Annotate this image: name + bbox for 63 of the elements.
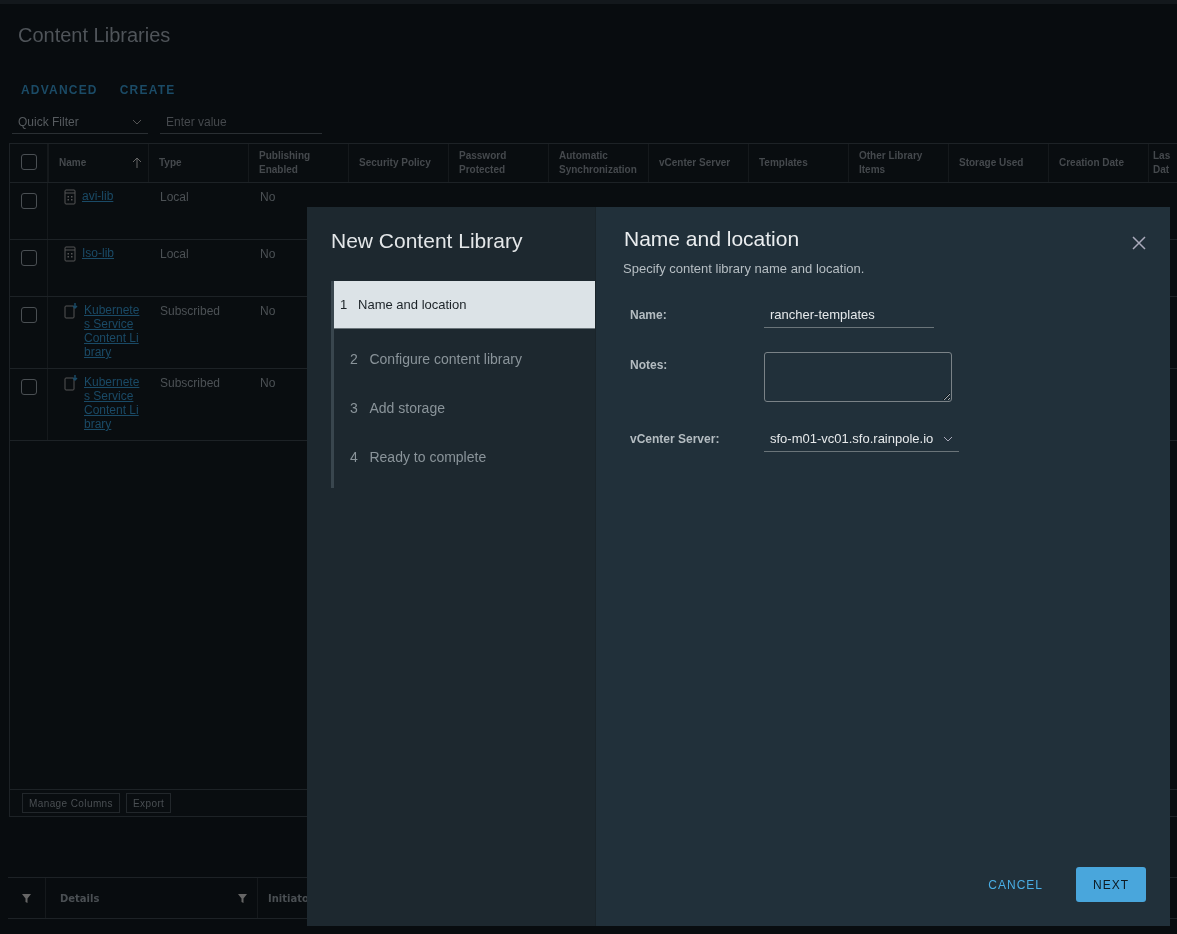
library-link[interactable]: avi-lib (82, 189, 114, 203)
column-header[interactable]: Other Library Items (859, 149, 942, 177)
row-checkbox[interactable] (20, 307, 37, 323)
wizard-step[interactable]: 1 Name and location (334, 281, 595, 329)
filter-icon[interactable] (22, 893, 31, 903)
action-link[interactable]: CREATE (119, 83, 176, 97)
column-header[interactable]: Las Dat (1153, 149, 1174, 177)
library-icon (64, 189, 76, 205)
filter-value-field[interactable]: Enter value (160, 111, 322, 134)
column-header[interactable]: Name (59, 156, 87, 170)
cancel-button[interactable]: CANCEL (971, 867, 1060, 902)
table-cell: Subscribed (160, 304, 221, 318)
field-label: Notes: (630, 357, 669, 372)
library-icon (64, 246, 76, 262)
sort-arrow-icon[interactable] (132, 157, 142, 169)
name-field[interactable]: rancher-templates (764, 302, 934, 328)
grid-footer-button[interactable]: Manage Columns (22, 793, 120, 813)
table-cell: No (260, 376, 276, 390)
grid-footer-button[interactable]: Export (126, 793, 172, 813)
quick-filter-dropdown[interactable]: Quick Filter (12, 111, 148, 134)
filter-icon[interactable] (238, 893, 247, 903)
field-label: Name: (630, 307, 668, 322)
next-button[interactable]: NEXT (1076, 867, 1146, 902)
dialog-title: New Content Library (330, 228, 524, 253)
step-description: Specify content library name and location. (623, 261, 866, 276)
wizard-step[interactable]: 2 Configure content library (334, 341, 595, 378)
field-label: vCenter Server: (630, 431, 721, 446)
notes-field[interactable] (764, 352, 952, 402)
column-header[interactable]: Security Policy (359, 156, 431, 170)
column-header[interactable]: Templates (759, 156, 808, 170)
chevron-down-icon (132, 119, 142, 125)
select-all-checkbox[interactable] (20, 154, 37, 170)
chevron-down-icon (943, 435, 954, 442)
vcenter-dropdown[interactable]: sfo-m01-vc01.sfo.rainpole.io (764, 426, 960, 452)
column-header[interactable]: Type (159, 156, 182, 170)
table-cell: No (260, 247, 276, 261)
table-cell: No (260, 304, 276, 318)
library-link[interactable]: Kubernetes Service Content Library (84, 375, 140, 431)
table-cell: No (260, 190, 276, 204)
column-header[interactable]: Publishing Enabled (259, 149, 342, 177)
close-icon[interactable] (1132, 236, 1146, 250)
column-header[interactable]: Initiato (268, 892, 309, 904)
library-link[interactable]: Kubernetes Service Content Library (84, 303, 140, 359)
table-cell: Subscribed (160, 376, 221, 390)
column-header[interactable]: Storage Used (959, 156, 1024, 170)
action-link[interactable]: ADVANCED (21, 83, 98, 97)
row-checkbox[interactable] (20, 250, 37, 266)
column-header[interactable]: Automatic Synchronization (559, 149, 642, 177)
wizard-step[interactable]: 4 Ready to complete (334, 439, 595, 476)
subscribed-library-icon (64, 375, 78, 391)
subscribed-library-icon (64, 303, 78, 319)
table-cell: Local (160, 190, 189, 204)
wizard-step[interactable]: 3 Add storage (334, 390, 595, 427)
column-header[interactable]: Details (60, 892, 100, 904)
step-heading: Name and location (624, 227, 800, 251)
column-header[interactable]: Creation Date (1059, 156, 1124, 170)
library-link[interactable]: Iso-lib (82, 246, 114, 260)
table-cell: Local (160, 247, 189, 261)
column-header[interactable]: vCenter Server (659, 156, 731, 170)
row-checkbox[interactable] (20, 193, 37, 209)
column-header[interactable]: Password Protected (459, 149, 542, 177)
row-checkbox[interactable] (20, 379, 37, 395)
page-title: Content Libraries (17, 23, 172, 47)
